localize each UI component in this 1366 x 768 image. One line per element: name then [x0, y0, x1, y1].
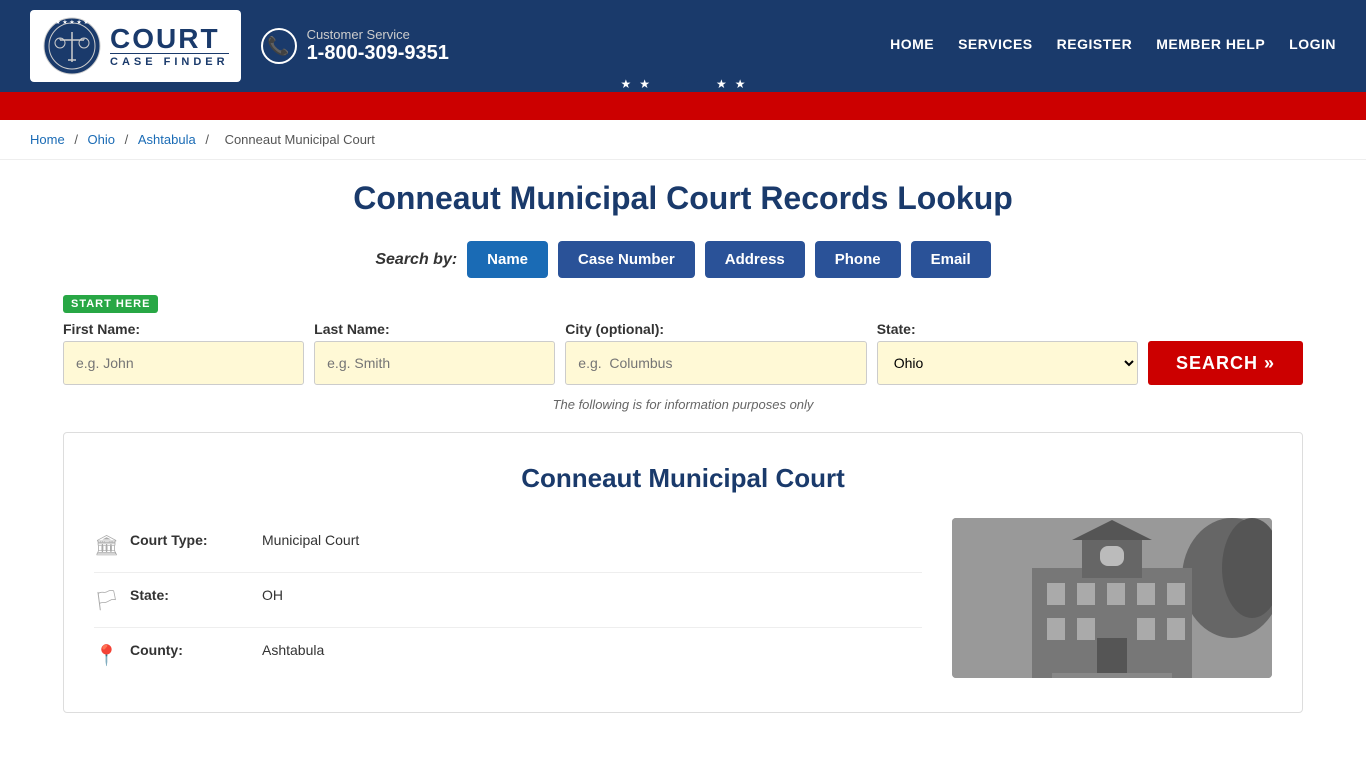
last-name-label: Last Name:: [314, 321, 555, 337]
last-name-input[interactable]: [314, 341, 555, 385]
eagle-icon: [658, 72, 708, 96]
breadcrumb-ashtabula[interactable]: Ashtabula: [138, 132, 196, 147]
tab-address[interactable]: Address: [705, 241, 805, 278]
court-type-value: Municipal Court: [262, 532, 359, 548]
breadcrumb-sep-2: /: [125, 132, 132, 147]
nav-member-help[interactable]: MEMBER HELP: [1156, 36, 1265, 56]
court-county-label: County:: [130, 642, 250, 658]
first-name-input[interactable]: [63, 341, 304, 385]
city-label: City (optional):: [565, 321, 866, 337]
customer-service: 📞 Customer Service 1-800-309-9351: [261, 27, 449, 65]
nav-register[interactable]: REGISTER: [1057, 36, 1133, 56]
court-building-svg: [952, 518, 1272, 678]
court-building-image: [952, 518, 1272, 678]
court-info-layout: 🏛 Court Type: Municipal Court 🏳 State: O…: [94, 518, 1272, 682]
phone-icon: 📞: [261, 28, 297, 64]
nav-login[interactable]: LOGIN: [1289, 36, 1336, 56]
main-content: Conneaut Municipal Court Records Lookup …: [33, 160, 1333, 733]
court-info-row-type: 🏛 Court Type: Municipal Court: [94, 518, 922, 573]
breadcrumb-sep-1: /: [74, 132, 81, 147]
state-select[interactable]: Ohio: [877, 341, 1138, 385]
court-type-label: Court Type:: [130, 532, 250, 548]
first-name-group: First Name:: [63, 321, 304, 385]
main-nav: HOME SERVICES REGISTER MEMBER HELP LOGIN: [890, 36, 1336, 56]
logo[interactable]: ★ ★ ★ ★ ★ COURT CASE FINDER: [30, 10, 241, 82]
tab-name[interactable]: Name: [467, 241, 548, 278]
building-icon: 🏛: [94, 533, 118, 558]
map-pin-icon: 📍: [94, 643, 118, 668]
nav-home[interactable]: HOME: [890, 36, 934, 56]
court-state-label: State:: [130, 587, 250, 603]
eagle-decoration: ★★ ★★: [583, 72, 783, 96]
customer-service-info: Customer Service 1-800-309-9351: [307, 27, 449, 65]
customer-service-label: Customer Service: [307, 27, 449, 42]
logo-text: COURT CASE FINDER: [110, 25, 229, 68]
tab-phone[interactable]: Phone: [815, 241, 901, 278]
logo-court-label: COURT: [110, 25, 229, 53]
court-state-value: OH: [262, 587, 283, 603]
wave-banner: ★★ ★★: [0, 92, 1366, 120]
search-form: START HERE First Name: Last Name: City (…: [63, 294, 1303, 385]
last-name-group: Last Name:: [314, 321, 555, 385]
tab-case-number[interactable]: Case Number: [558, 241, 695, 278]
page-title: Conneaut Municipal Court Records Lookup: [63, 180, 1303, 217]
search-by-row: Search by: Name Case Number Address Phon…: [63, 241, 1303, 278]
court-card-title: Conneaut Municipal Court: [94, 463, 1272, 494]
search-by-label: Search by:: [375, 251, 457, 269]
court-county-value: Ashtabula: [262, 642, 324, 658]
breadcrumb-current: Conneaut Municipal Court: [225, 132, 375, 147]
form-row: First Name: Last Name: City (optional): …: [63, 321, 1303, 385]
start-here-badge: START HERE: [63, 295, 158, 313]
stars-row: ★★ ★★: [583, 72, 783, 96]
header-left: ★ ★ ★ ★ ★ COURT CASE FINDER 📞 Customer S…: [30, 10, 449, 82]
breadcrumb-ohio[interactable]: Ohio: [88, 132, 115, 147]
breadcrumb: Home / Ohio / Ashtabula / Conneaut Munic…: [0, 120, 1366, 160]
nav-services[interactable]: SERVICES: [958, 36, 1033, 56]
svg-text:★ ★ ★ ★ ★: ★ ★ ★ ★ ★: [55, 19, 89, 26]
state-label: State:: [877, 321, 1138, 337]
city-group: City (optional):: [565, 321, 866, 385]
flag-icon: 🏳: [94, 588, 118, 613]
info-note: The following is for information purpose…: [63, 397, 1303, 412]
breadcrumb-sep-3: /: [205, 132, 212, 147]
tab-email[interactable]: Email: [911, 241, 991, 278]
court-info-details: 🏛 Court Type: Municipal Court 🏳 State: O…: [94, 518, 922, 682]
customer-service-phone: 1-800-309-9351: [307, 42, 449, 65]
court-info-row-state: 🏳 State: OH: [94, 573, 922, 628]
search-button[interactable]: SEARCH »: [1148, 341, 1303, 385]
logo-case-finder-label: CASE FINDER: [110, 53, 229, 68]
court-info-row-county: 📍 County: Ashtabula: [94, 628, 922, 682]
first-name-label: First Name:: [63, 321, 304, 337]
breadcrumb-home[interactable]: Home: [30, 132, 65, 147]
court-card: Conneaut Municipal Court 🏛 Court Type: M…: [63, 432, 1303, 713]
city-input[interactable]: [565, 341, 866, 385]
logo-emblem: ★ ★ ★ ★ ★: [42, 16, 102, 76]
state-group: State: Ohio: [877, 321, 1138, 385]
